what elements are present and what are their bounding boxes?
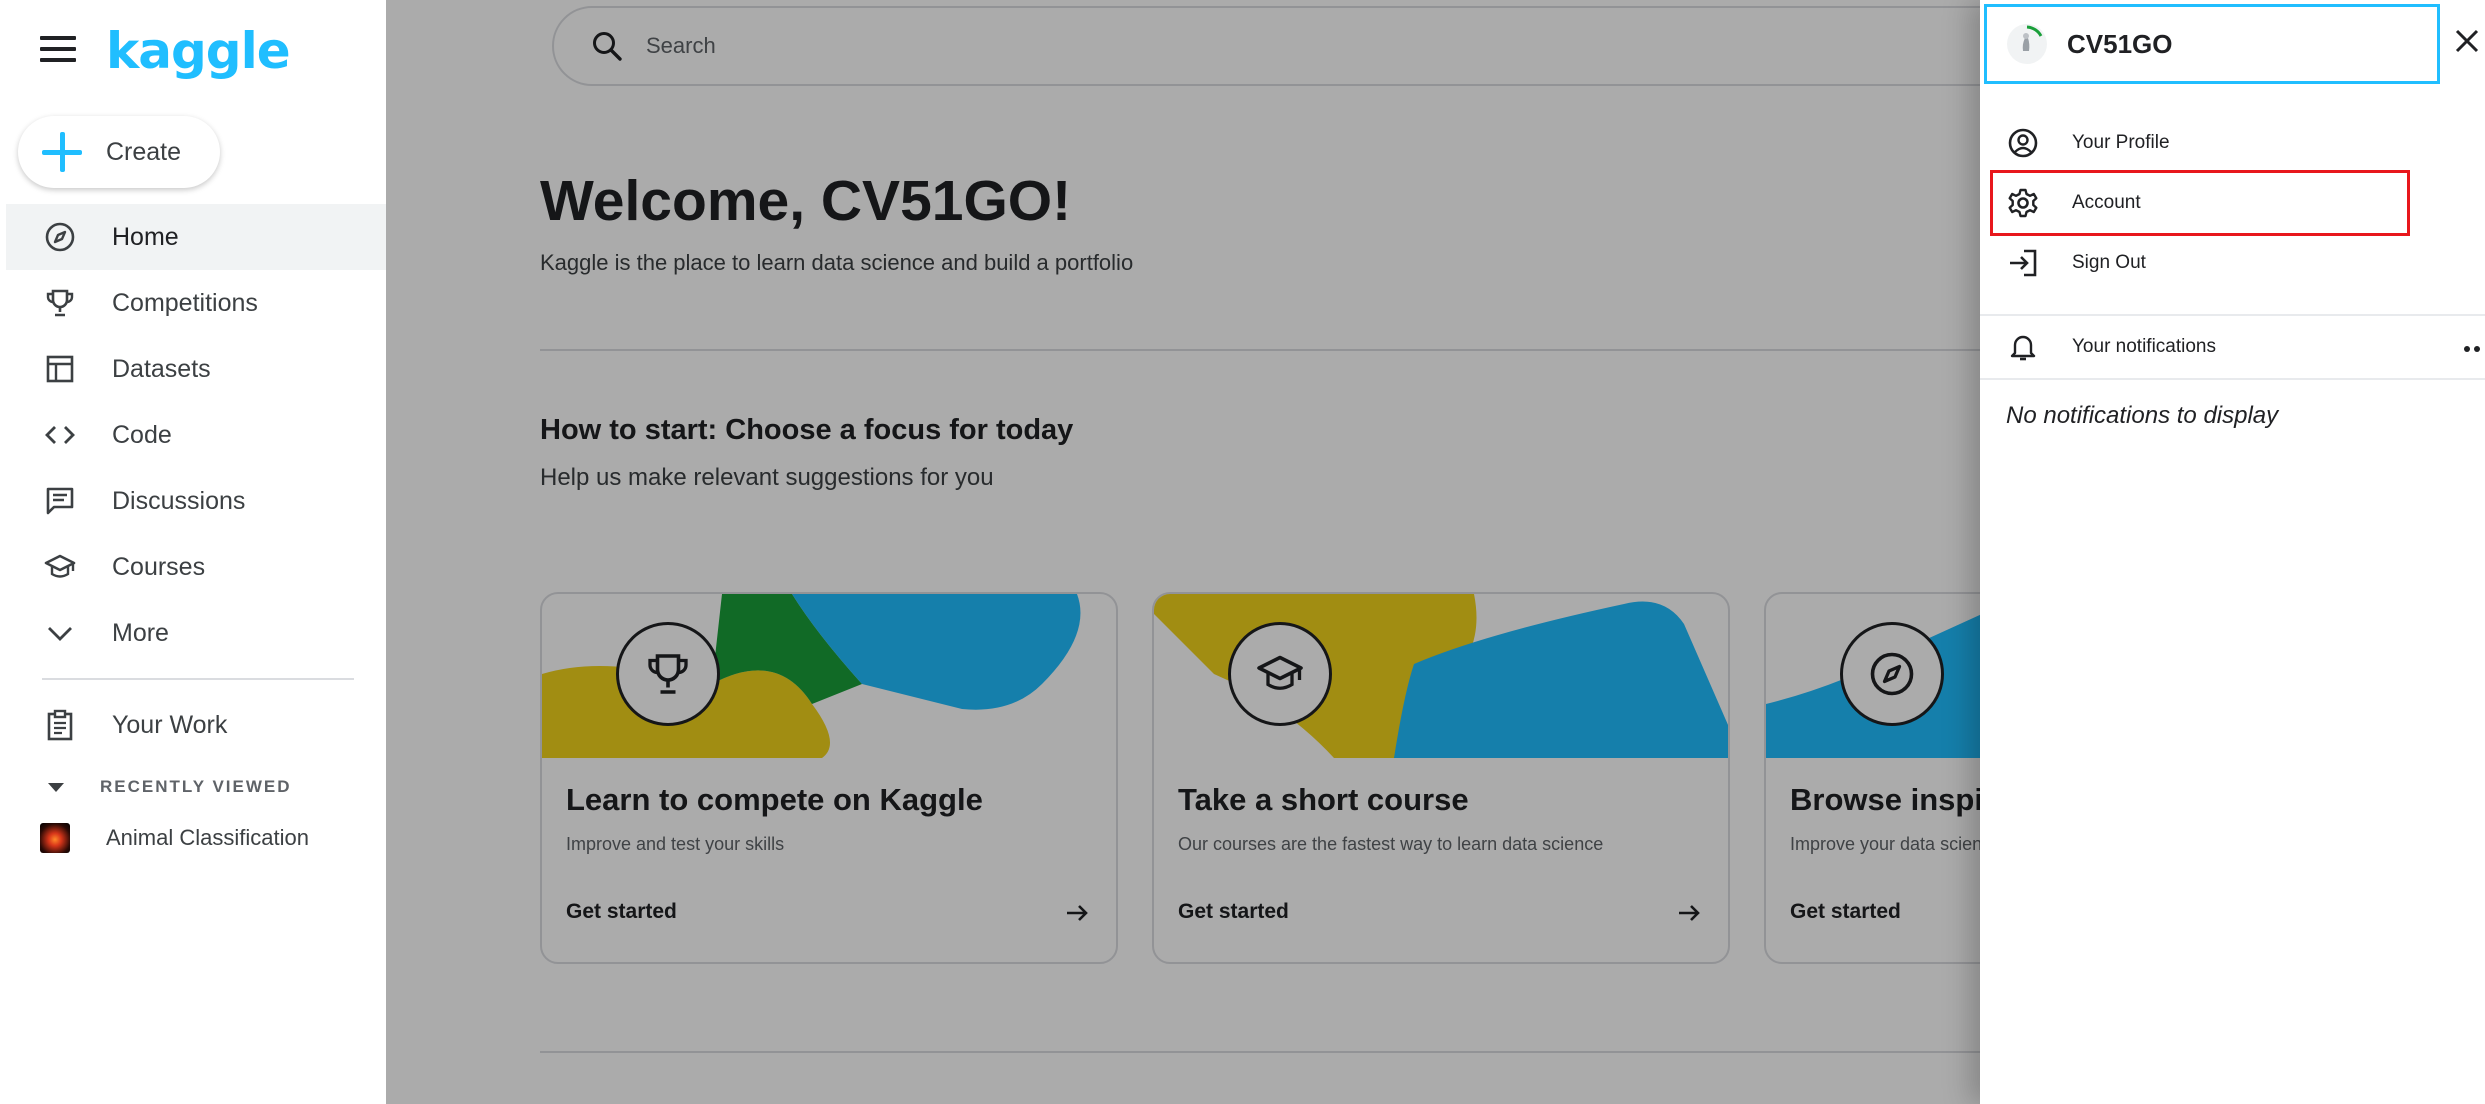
recently-viewed-heading: RECENTLY VIEWED bbox=[100, 777, 292, 796]
overlay-scrim[interactable] bbox=[386, 0, 1980, 1104]
caret-down-icon bbox=[48, 782, 64, 792]
sidebar-item-your-work-wrap: Your Work bbox=[6, 692, 392, 758]
menu-item-label: Your Profile bbox=[2072, 132, 2170, 153]
sign-out-icon bbox=[2006, 246, 2040, 280]
close-icon[interactable] bbox=[2452, 26, 2482, 56]
profile-panel: CV51GO Your Profile Account Sign Out You… bbox=[1980, 0, 2485, 1104]
profile-username: CV51GO bbox=[2067, 28, 2173, 59]
panel-divider bbox=[1980, 314, 2485, 316]
notifications-label: Your notifications bbox=[2072, 336, 2217, 357]
menu-item-sign-out[interactable]: Sign Out bbox=[1980, 236, 2485, 290]
menu-item-your-profile[interactable]: Your Profile bbox=[1980, 116, 2485, 170]
clipboard-icon bbox=[42, 707, 78, 743]
sidebar-item-code[interactable]: Code bbox=[6, 402, 392, 468]
sidebar-item-your-work[interactable]: Your Work bbox=[6, 692, 392, 758]
table-icon bbox=[42, 351, 78, 387]
sidebar-item-label: Courses bbox=[112, 552, 206, 581]
avatar bbox=[2007, 24, 2047, 64]
sidebar-item-more[interactable]: More bbox=[6, 600, 392, 666]
user-circle-icon bbox=[2006, 126, 2040, 160]
plus-icon bbox=[42, 132, 82, 172]
sidebar-item-label: Code bbox=[112, 420, 172, 449]
sidebar: kaggle Create Home Competitions Datasets… bbox=[0, 0, 392, 1104]
menu-item-account[interactable]: Account bbox=[1980, 176, 2485, 230]
sidebar-item-label: Your Work bbox=[112, 710, 228, 739]
bell-icon bbox=[2006, 330, 2040, 364]
sidebar-item-label: More bbox=[112, 618, 169, 647]
sidebar-item-label: Home bbox=[112, 222, 179, 251]
recent-item[interactable]: Animal Classification bbox=[6, 818, 392, 858]
sidebar-nav: Home Competitions Datasets Code Discussi… bbox=[6, 204, 392, 666]
no-notifications-message: No notifications to display bbox=[2006, 402, 2279, 429]
sidebar-item-home[interactable]: Home bbox=[6, 204, 392, 270]
panel-divider bbox=[1980, 378, 2485, 380]
kaggle-logo[interactable]: kaggle bbox=[106, 22, 291, 80]
trophy-icon bbox=[42, 285, 78, 321]
sidebar-item-discussions[interactable]: Discussions bbox=[6, 468, 392, 534]
gear-icon bbox=[2006, 186, 2040, 220]
code-icon bbox=[42, 417, 78, 453]
menu-item-label: Sign Out bbox=[2072, 252, 2146, 273]
create-button[interactable]: Create bbox=[18, 116, 220, 188]
sidebar-item-label: Datasets bbox=[112, 354, 211, 383]
sidebar-item-competitions[interactable]: Competitions bbox=[6, 270, 392, 336]
recently-viewed-toggle[interactable]: RECENTLY VIEWED bbox=[6, 770, 392, 804]
comment-icon bbox=[42, 483, 78, 519]
kaggle-app: kaggle Create Home Competitions Datasets… bbox=[0, 0, 2485, 1104]
notifications-header[interactable]: Your notifications bbox=[1980, 320, 2485, 374]
chevron-down-icon bbox=[42, 615, 78, 651]
create-label: Create bbox=[106, 137, 182, 166]
recent-item-label: Animal Classification bbox=[106, 825, 309, 850]
compass-icon bbox=[42, 219, 78, 255]
sidebar-item-courses[interactable]: Courses bbox=[6, 534, 392, 600]
hamburger-menu-icon[interactable] bbox=[40, 36, 76, 66]
more-options-icon[interactable] bbox=[2464, 334, 2485, 364]
sidebar-item-label: Discussions bbox=[112, 486, 246, 515]
menu-item-label: Account bbox=[2072, 192, 2141, 213]
sidebar-header: kaggle bbox=[6, 0, 392, 110]
profile-panel-header[interactable]: CV51GO bbox=[1984, 4, 2440, 84]
sidebar-divider bbox=[42, 678, 354, 680]
sidebar-item-datasets[interactable]: Datasets bbox=[6, 336, 392, 402]
sidebar-item-label: Competitions bbox=[112, 288, 258, 317]
graduation-cap-icon bbox=[42, 549, 78, 585]
recent-item-thumbnail bbox=[40, 823, 70, 853]
